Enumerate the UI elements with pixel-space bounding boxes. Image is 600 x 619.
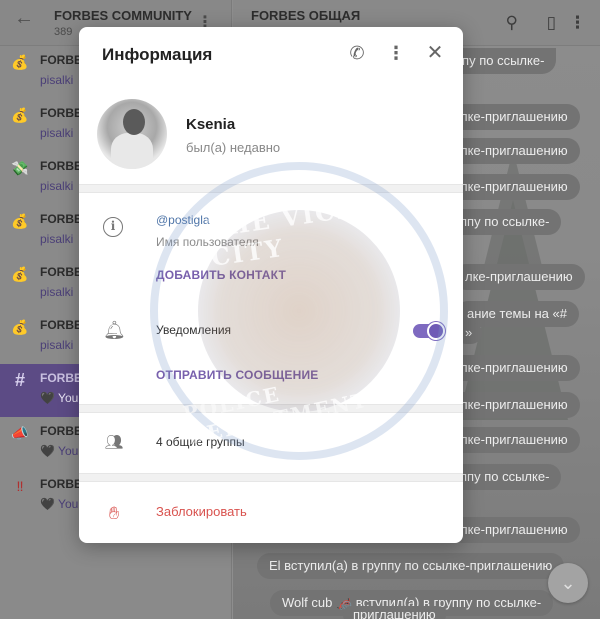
common-groups-label: 4 общие группы (156, 435, 245, 449)
avatar-body-shape (111, 133, 153, 169)
block-section[interactable]: ✋︎ Заблокировать (79, 482, 463, 542)
chat-name: FORBE (40, 371, 82, 385)
hand-stop-icon: ✋︎ (108, 503, 120, 523)
money-with-wings-icon: 💸 (11, 160, 29, 176)
section-divider (79, 404, 463, 413)
chat-name: FORBE (40, 265, 82, 279)
dialog-title: Информация (102, 45, 213, 64)
chat-name: FORBE (40, 477, 82, 491)
back-arrow-icon[interactable]: ← (14, 8, 44, 28)
hash-icon: # (14, 370, 25, 390)
chevron-down-icon: ⌄ (560, 573, 576, 593)
chat-preview: pisalki (40, 126, 74, 140)
service-message: лке-приглашению (448, 104, 580, 130)
section-divider (79, 184, 463, 193)
scroll-down-button[interactable]: ⌄ (548, 563, 588, 603)
money-bag-icon: 💰 (11, 54, 29, 70)
chat-preview: 🖤 You (40, 497, 79, 511)
toggle-knob (427, 322, 445, 340)
chat-name: FORBE (40, 53, 82, 67)
groups-section[interactable]: 👥︎ 4 общие группы (79, 413, 463, 473)
service-message: лке-приглашению (448, 138, 580, 164)
service-message: лке-приглашению (448, 392, 580, 418)
notifications-toggle[interactable] (413, 322, 445, 340)
chat-name: FORBE (40, 159, 82, 173)
chat-preview: pisalki (40, 338, 74, 352)
chat-preview: pisalki (40, 179, 74, 193)
info-icon: i (103, 217, 125, 239)
money-bag-icon: 💰 (11, 213, 29, 229)
double-exclamation-icon: ‼ (16, 478, 24, 494)
close-icon[interactable]: ✕ (423, 41, 447, 65)
service-message: El вступил(а) в группу по ссылке-приглаш… (257, 553, 565, 579)
phone-icon[interactable]: ✆ (345, 41, 369, 65)
profile-block: Ksenia был(а) недавно (79, 81, 463, 184)
service-message: ппу по ссылке- (448, 464, 562, 490)
profile-name: Ksenia (186, 116, 236, 133)
megaphone-icon: 📣 (11, 425, 29, 441)
service-message: лке-приглашению (448, 427, 580, 453)
block-user-button[interactable]: Заблокировать (156, 504, 247, 519)
bell-icon: 🔔︎ (103, 320, 126, 340)
search-icon[interactable]: ⚲ (506, 13, 518, 33)
money-bag-icon: 💰 (11, 266, 29, 282)
chat-name: FORBE (40, 106, 82, 120)
service-message: лке-приглашению (453, 264, 585, 290)
info-section: i @postigla Имя пользователя ДОБАВИТЬ КО… (79, 193, 463, 404)
chat-preview: 🖤 You (40, 391, 79, 405)
avatar-head-shape (123, 109, 145, 135)
chat-preview: pisalki (40, 285, 74, 299)
chat-menu-icon[interactable]: ⋮ (569, 13, 586, 33)
service-message: ппу по ссылке- (448, 209, 562, 235)
avatar[interactable] (97, 99, 167, 169)
send-message-button[interactable]: ОТПРАВИТЬ СООБЩЕНИЕ (156, 368, 318, 382)
profile-status: был(а) недавно (186, 140, 281, 155)
users-icon: 👥︎ (104, 434, 124, 451)
username-label: Имя пользователя (156, 235, 259, 249)
notifications-label: Уведомления (156, 323, 232, 337)
username-value[interactable]: @postigla (156, 213, 210, 227)
service-message: лке-приглашению (448, 174, 580, 200)
service-message: приглашению (343, 606, 446, 619)
sidebar-toggle-icon[interactable]: ▯ (547, 13, 556, 33)
chat-name: FORBE (40, 424, 82, 438)
money-bag-icon: 💰 (11, 107, 29, 123)
chat-preview: pisalki (40, 232, 74, 246)
community-title: FORBES COMMUNITY (54, 8, 192, 23)
chat-name: FORBE (40, 212, 82, 226)
more-options-icon[interactable]: ⋮ (384, 41, 408, 65)
service-message: лке-приглашению (448, 355, 580, 381)
add-contact-button[interactable]: ДОБАВИТЬ КОНТАКТ (156, 268, 286, 282)
section-divider (79, 473, 463, 482)
chat-name: FORBE (40, 318, 82, 332)
chat-preview: 🖤 You (40, 444, 79, 458)
chat-preview: pisalki (40, 73, 74, 87)
money-bag-icon: 💰 (11, 319, 29, 335)
service-message: лке-приглашению (448, 517, 580, 543)
user-info-dialog: Информация ✆ ⋮ ✕ Ksenia был(а) недавно i… (79, 27, 463, 543)
dialog-header: Информация ✆ ⋮ ✕ (79, 27, 463, 81)
